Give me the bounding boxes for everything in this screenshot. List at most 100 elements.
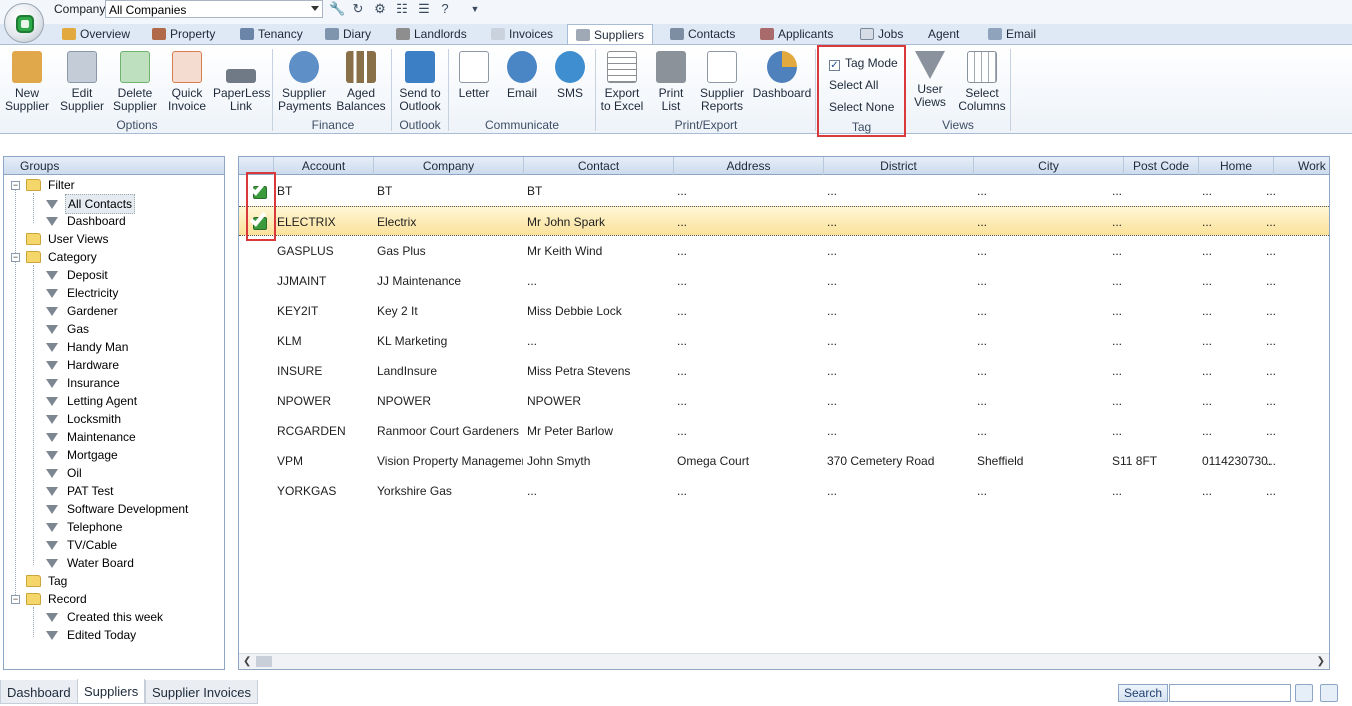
tree-node-record[interactable]: Record [26,590,89,608]
collapse-icon[interactable]: − [11,181,20,190]
column-header-account[interactable]: Account [274,157,374,175]
scroll-left-icon[interactable]: ❮ [243,656,251,667]
tree-item-edited-today[interactable]: Edited Today [44,626,138,644]
company-select[interactable]: All Companies [105,0,323,18]
table-row[interactable]: ELECTRIX Electrix Mr John Spark ... ... … [239,206,1329,236]
search-button[interactable]: Search [1118,684,1168,702]
collapse-icon[interactable]: − [11,595,20,604]
table-row[interactable]: GASPLUS Gas Plus Mr Keith Wind ... ... .… [239,236,1329,266]
tab-property[interactable]: Property [152,24,215,44]
search-input[interactable] [1169,684,1291,702]
tree-item-insurance[interactable]: Insurance [44,374,122,392]
scrollbar-thumb[interactable] [256,656,272,667]
tree-item-pat-test[interactable]: PAT Test [44,482,115,500]
search-options-icon[interactable] [1295,684,1313,702]
application-menu-button[interactable] [4,3,44,43]
tab-applicants[interactable]: Applicants [760,24,833,44]
aged-balances-button[interactable]: Aged Balances [336,51,386,113]
document-icon[interactable]: ☰ [416,1,432,17]
send-to-outlook-button[interactable]: Send to Outlook [396,51,444,113]
table-row[interactable]: BT BT BT ... ... ... ... ... ... [239,176,1329,206]
tree-item-software-development[interactable]: Software Development [44,500,190,518]
tab-landlords[interactable]: Landlords [396,24,467,44]
table-row[interactable]: JJMAINT JJ Maintenance ... ... ... ... .… [239,266,1329,296]
column-header-address[interactable]: Address [674,157,824,175]
tab-email[interactable]: Email [988,24,1036,44]
dashboard-button[interactable]: Dashboard [752,51,812,100]
tree-item-all-contacts[interactable]: All Contacts [44,194,136,214]
delete-supplier-button[interactable]: Delete Supplier [111,51,159,113]
tree-item-oil[interactable]: Oil [44,464,84,482]
table-row[interactable]: INSURE LandInsure Miss Petra Stevens ...… [239,356,1329,386]
network-icon[interactable]: ☷ [394,1,410,17]
tree-item-handy-man[interactable]: Handy Man [44,338,130,356]
select-none-button[interactable]: Select None [829,100,894,114]
tab-dashboard[interactable]: Dashboard [0,680,78,704]
column-header-work[interactable]: Work [1274,157,1329,175]
tree-item-created-this-week[interactable]: Created this week [44,608,165,626]
column-header-post-code[interactable]: Post Code [1124,157,1199,175]
tag-mode-checkbox[interactable]: ✓ Tag Mode [829,56,898,71]
collapse-icon[interactable]: − [11,253,20,262]
tree-item-mortgage[interactable]: Mortgage [44,446,120,464]
table-row[interactable]: RCGARDEN Ranmoor Court Gardeners Mr Pete… [239,416,1329,446]
tree-item-locksmith[interactable]: Locksmith [44,410,123,428]
column-header-city[interactable]: City [974,157,1124,175]
sms-button[interactable]: SMS [550,51,590,100]
settings-icon[interactable]: ⚙ [372,1,388,17]
tab-suppliers-list[interactable]: Suppliers [77,679,146,704]
tree-item-deposit[interactable]: Deposit [44,266,110,284]
customize-dropdown-icon[interactable]: ▼ [467,1,483,17]
print-list-button[interactable]: Print List [650,51,692,113]
tree-node-category[interactable]: Category [26,248,99,266]
select-all-button[interactable]: Select All [829,78,878,92]
email-button[interactable]: Email [502,51,542,100]
column-header-home[interactable]: Home [1199,157,1274,175]
quick-invoice-button[interactable]: Quick Invoice [165,51,209,113]
select-columns-button[interactable]: Select Columns [956,51,1008,113]
tree-item-gas[interactable]: Gas [44,320,91,338]
scroll-right-icon[interactable]: ❯ [1317,656,1325,667]
tree-item-gardener[interactable]: Gardener [44,302,120,320]
column-header-contact[interactable]: Contact [524,157,674,175]
tab-agent[interactable]: Agent [928,24,959,44]
tab-supplier-invoices[interactable]: Supplier Invoices [145,680,258,704]
tree-item-tv-cable[interactable]: TV/Cable [44,536,119,554]
letter-button[interactable]: Letter [454,51,494,100]
tree-item-letting-agent[interactable]: Letting Agent [44,392,139,410]
refresh-icon[interactable]: ↻ [350,1,366,17]
user-views-button[interactable]: User Views [910,51,950,109]
table-row[interactable]: YORKGAS Yorkshire Gas ... ... ... ... ..… [239,476,1329,506]
tree-node-filter[interactable]: Filter [26,176,77,194]
tab-diary[interactable]: Diary [325,24,371,44]
advanced-search-icon[interactable] [1320,684,1338,702]
tree-item-hardware[interactable]: Hardware [44,356,121,374]
tree-item-maintenance[interactable]: Maintenance [44,428,138,446]
tree-item-water-board[interactable]: Water Board [44,554,136,572]
tab-invoices[interactable]: Invoices [491,24,553,44]
column-header-district[interactable]: District [824,157,974,175]
edit-supplier-button[interactable]: Edit Supplier [58,51,106,113]
supplier-reports-button[interactable]: Supplier Reports [697,51,747,113]
table-row[interactable]: KLM KL Marketing ... ... ... ... ... ...… [239,326,1329,356]
column-header-company[interactable]: Company [374,157,524,175]
tree-item-electricity[interactable]: Electricity [44,284,120,302]
tab-overview[interactable]: Overview [62,24,130,44]
tree-node-tag[interactable]: Tag [26,572,69,590]
table-row[interactable]: VPM Vision Property Management... John S… [239,446,1329,476]
tree-node-user-views[interactable]: User Views [26,230,110,248]
new-supplier-button[interactable]: New Supplier [4,51,50,113]
tree-item-dashboard[interactable]: Dashboard [44,212,128,230]
tab-tenancy[interactable]: Tenancy [240,24,303,44]
supplier-payments-button[interactable]: Supplier Payments [278,51,331,113]
export-to-excel-button[interactable]: Export to Excel [600,51,644,113]
table-row[interactable]: NPOWER NPOWER NPOWER ... ... ... ... ...… [239,386,1329,416]
paperless-link-button[interactable]: PaperLess Link [213,51,270,113]
help-icon[interactable]: ? [437,1,453,17]
table-row[interactable]: KEY2IT Key 2 It Miss Debbie Lock ... ...… [239,296,1329,326]
tab-jobs[interactable]: Jobs [860,24,903,44]
tab-suppliers[interactable]: Suppliers [567,24,654,45]
tab-contacts[interactable]: Contacts [670,24,735,44]
horizontal-scrollbar[interactable]: ❮ ❯ [239,653,1329,669]
wrench-icon[interactable]: 🔧 [329,1,345,17]
